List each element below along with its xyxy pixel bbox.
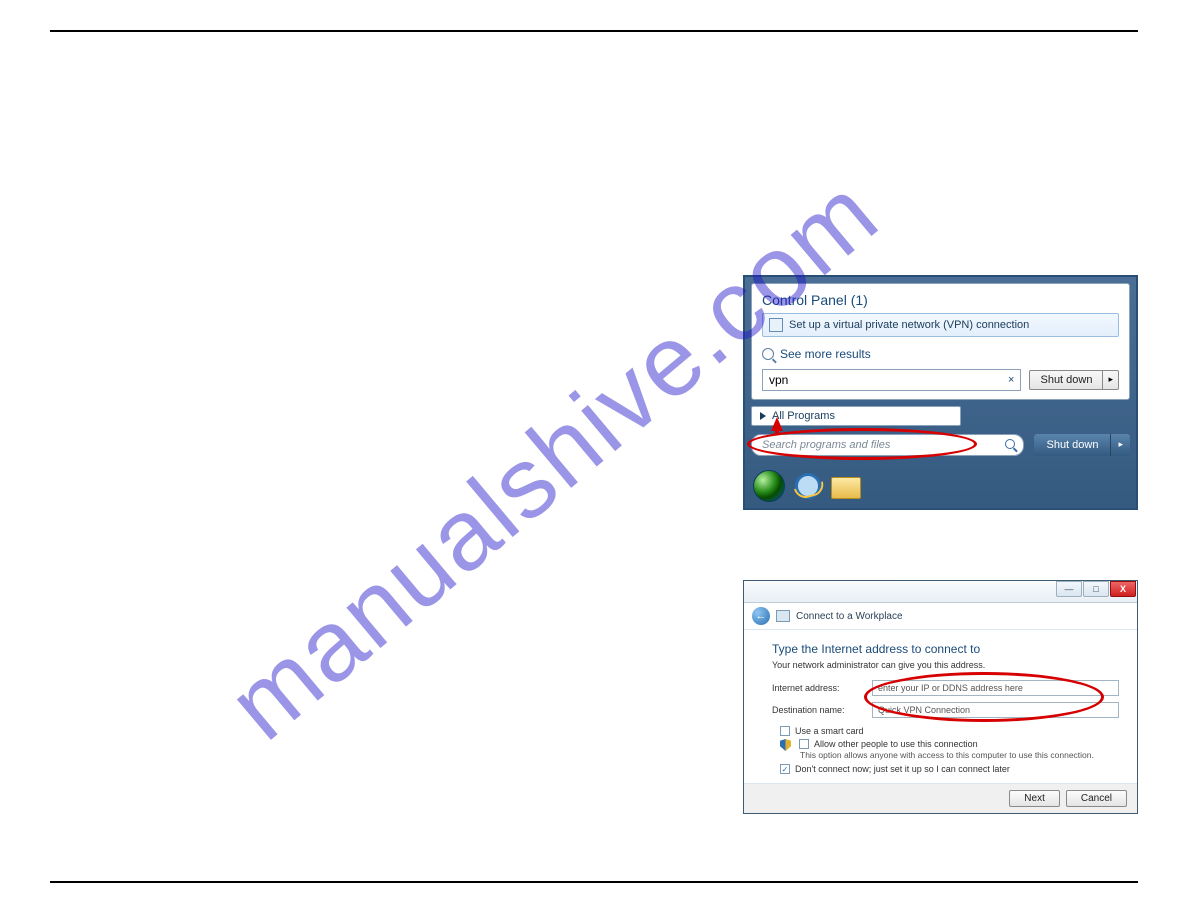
start-search-placeholder: Search programs and files [762,439,890,451]
allow-others-help: This option allows anyone with access to… [800,750,1119,760]
start-menu-screenshot: Control Panel (1) Set up a virtual priva… [743,275,1138,510]
internet-address-label: Internet address: [772,683,862,693]
internet-explorer-icon[interactable] [795,473,821,499]
destination-name-input[interactable]: Quick VPN Connection [872,702,1119,718]
wizard-breadcrumb: ← Connect to a Workplace [744,603,1137,630]
see-more-label: See more results [780,347,871,361]
vpn-setup-result[interactable]: Set up a virtual private network (VPN) c… [762,313,1119,337]
search-input-top[interactable]: vpn × [762,369,1021,391]
start-search-input[interactable]: Search programs and files [751,434,1024,456]
smartcard-label: Use a smart card [795,726,864,736]
allow-others-label: Allow other people to use this connectio… [814,739,978,749]
bottom-rule [50,881,1138,883]
shutdown-glass-label[interactable]: Shut down [1034,434,1111,456]
red-pointer-arrow [771,417,783,431]
network-icon [776,610,790,622]
top-rule [50,30,1138,32]
wizard-subtitle: Your network administrator can give you … [772,660,1119,670]
see-more-results-link[interactable]: See more results [762,347,1119,361]
wizard-footer: Next Cancel [744,783,1137,813]
next-button[interactable]: Next [1009,790,1060,807]
wizard-title: Type the Internet address to connect to [772,642,1119,656]
shutdown-button-label[interactable]: Shut down [1029,370,1102,390]
shutdown-button-glass[interactable]: Shut down ▸ [1034,434,1130,456]
shutdown-split-button[interactable]: Shut down ▸ [1029,370,1119,390]
maximize-button[interactable]: □ [1083,581,1109,597]
allow-others-checkbox[interactable] [799,739,809,749]
explorer-folder-icon[interactable] [831,477,861,499]
search-input-value: vpn [769,373,788,387]
internet-address-input[interactable]: enter your IP or DDNS address here [872,680,1119,696]
start-menu-results-panel: Control Panel (1) Set up a virtual priva… [751,283,1130,400]
control-panel-heading: Control Panel (1) [762,292,1119,308]
taskbar [751,466,1130,502]
clear-search-icon[interactable]: × [1008,374,1014,386]
wizard-header-title: Connect to a Workplace [796,611,903,622]
vpn-result-icon [769,318,783,332]
destination-name-label: Destination name: [772,705,862,715]
search-icon [762,348,774,360]
dont-connect-checkbox[interactable]: ✓ [780,764,790,774]
connect-workplace-dialog: — □ X ← Connect to a Workplace Type the … [743,580,1138,814]
windows-start-orb-icon[interactable] [753,470,785,502]
shutdown-glass-arrow[interactable]: ▸ [1111,434,1130,456]
shutdown-button-arrow[interactable]: ▸ [1102,370,1119,390]
dont-connect-label: Don't connect now; just set it up so I c… [795,764,1010,774]
chevron-right-icon [760,412,766,420]
search-icon [1005,439,1015,449]
vpn-result-label: Set up a virtual private network (VPN) c… [789,319,1029,331]
shield-icon [780,739,791,751]
dialog-titlebar: — □ X [744,581,1137,603]
close-button[interactable]: X [1110,581,1136,597]
cancel-button[interactable]: Cancel [1066,790,1127,807]
wizard-body: Type the Internet address to connect to … [744,630,1137,783]
minimize-button[interactable]: — [1056,581,1082,597]
smartcard-checkbox[interactable] [780,726,790,736]
back-button[interactable]: ← [752,607,770,625]
